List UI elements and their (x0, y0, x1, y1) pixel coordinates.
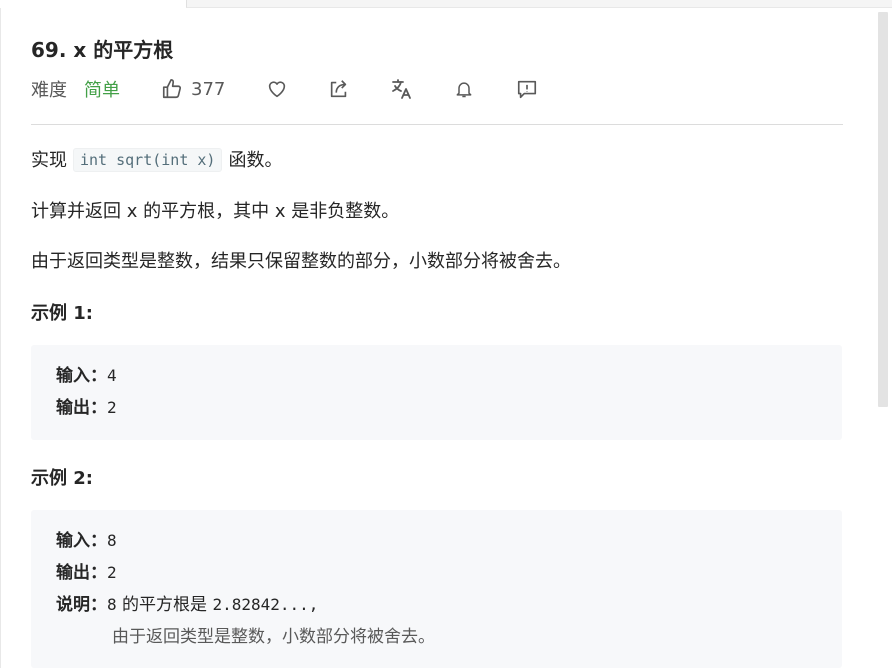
example-1-heading: 示例 1: (31, 303, 93, 324)
input-label: 输入： (56, 366, 107, 386)
problem-meta-row: 难度 简单 377 (31, 74, 843, 104)
example-2-output-line: 输出：2 (56, 562, 117, 584)
output-label: 输出： (56, 398, 107, 418)
share-button[interactable] (327, 74, 351, 104)
output-value: 2 (107, 563, 117, 582)
inline-code: int sqrt(int x) (73, 148, 223, 172)
translate-button[interactable] (390, 74, 414, 104)
description-text: 实现 (31, 150, 67, 171)
subscribe-button[interactable] (452, 74, 476, 104)
panel-left-border (0, 0, 1, 668)
header-divider (31, 124, 843, 125)
tab-bar-strip (186, 0, 892, 8)
explanation-value: 8 (107, 595, 117, 614)
example-1-output-line: 输出：2 (56, 397, 117, 419)
like-count: 377 (191, 78, 226, 100)
feedback-icon (517, 80, 537, 99)
tab-bar-active (0, 0, 186, 8)
bell-icon (456, 82, 472, 98)
scrollbar-thumb[interactable] (878, 12, 888, 407)
input-value: 4 (107, 366, 117, 385)
example-2-explanation-continuation: 由于返回类型是整数，小数部分将被舍去。 (112, 627, 435, 647)
feedback-button[interactable] (515, 74, 539, 104)
heart-icon (268, 81, 286, 98)
output-value: 2 (107, 398, 117, 417)
example-2-explanation-line: 说明：8 的平方根是 2.82842..., (56, 594, 318, 616)
description-paragraph-1: 实现 int sqrt(int x) 函数。 (31, 148, 282, 174)
problem-title: 69. x 的平方根 (31, 38, 174, 62)
translate-icon (392, 79, 411, 99)
example-2-code-block: 输入：8 输出：2 说明：8 的平方根是 2.82842..., 由于返回类型是… (31, 510, 842, 668)
thumbs-up-icon (162, 79, 182, 99)
output-label: 输出： (56, 563, 107, 583)
explanation-label: 说明： (56, 595, 107, 615)
difficulty-label: 难度 (31, 80, 67, 101)
input-label: 输入： (56, 531, 107, 551)
example-2-heading: 示例 2: (31, 468, 93, 489)
example-1-input-line: 输入：4 (56, 365, 117, 387)
like-button[interactable]: 377 (161, 74, 225, 104)
share-icon (330, 80, 347, 98)
difficulty-badge: 简单 (84, 80, 120, 101)
example-2-input-line: 输入：8 (56, 530, 117, 552)
description-paragraph-3: 由于返回类型是整数，结果只保留整数的部分，小数部分将被舍去。 (31, 251, 571, 272)
description-paragraph-2: 计算并返回 x 的平方根，其中 x 是非负整数。 (31, 201, 400, 222)
explanation-text: 的平方根是 (122, 595, 208, 615)
favorite-button[interactable] (265, 74, 289, 104)
input-value: 8 (107, 531, 117, 550)
example-1-code-block: 输入：4 输出：2 (31, 345, 842, 440)
explanation-value: 2.82842..., (212, 595, 319, 614)
description-text: 函数。 (228, 150, 283, 171)
